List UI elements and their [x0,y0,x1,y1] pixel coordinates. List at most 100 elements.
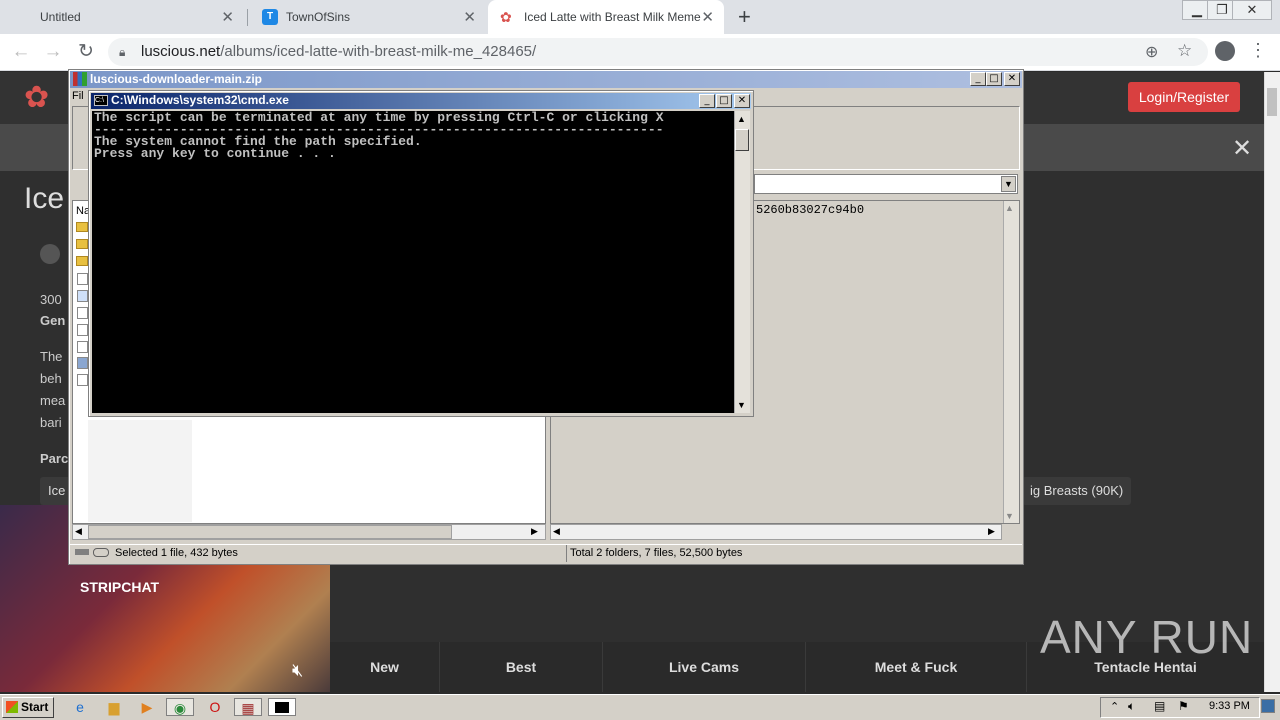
info-pane-scrollbar[interactable] [1003,201,1019,523]
page-scrollbar[interactable] [1264,72,1280,692]
cmd-task-icon[interactable] [268,698,296,716]
folder-icon[interactable] [76,256,88,266]
key-icon [93,548,109,557]
bookmark-star-icon[interactable]: ☆ [1177,41,1192,61]
taskbar-clock[interactable]: 9:33 PM [1209,700,1250,712]
close-banner-icon[interactable]: ✕ [1232,134,1252,163]
menu-kebab-icon[interactable]: ⋮ [1249,40,1267,61]
cmd-scrollbar[interactable] [734,111,750,413]
winrar-maximize-icon[interactable]: □ [986,72,1002,86]
cmd-output: The script can be terminated at any time… [94,111,664,161]
tab-separator [247,9,248,26]
opera-icon[interactable]: O [205,698,225,716]
mute-speaker-icon[interactable]: 🔇︎ [292,660,320,684]
login-register-button[interactable]: Login/Register [1128,82,1240,112]
winrar-menu-file[interactable]: Fil [72,90,84,102]
uploader-avatar[interactable] [40,244,60,264]
tab-title: TownOfSins [286,10,351,24]
windows-logo-icon [6,701,18,713]
luscious-favicon-icon: ✿ [500,9,512,25]
status-total: Total 2 folders, 7 files, 52,500 bytes [570,547,743,559]
dropdown-arrow-icon[interactable]: ▼ [1001,176,1016,192]
file-list-hscroll-thumb[interactable] [88,525,452,539]
ie-icon[interactable]: e [70,698,90,716]
tab-title: Untitled [40,10,81,24]
close-window-icon[interactable]: ✕ [1232,0,1272,20]
close-tab-icon[interactable]: ✕ [221,8,234,26]
lock-icon[interactable]: 🔒︎ [119,45,125,60]
cmd-close-icon[interactable]: ✕ [734,94,750,108]
scroll-up-icon[interactable]: ▲ [1005,203,1014,213]
cmd-line: Press any key to continue . . . [94,146,336,161]
tray-expand-icon[interactable]: ⌃ [1110,700,1119,713]
winrar-close-icon[interactable]: ✕ [1004,72,1020,86]
close-tab-icon[interactable]: ✕ [463,8,476,26]
file-icon[interactable] [77,273,88,285]
forward-arrow-icon[interactable]: → [41,40,65,64]
install-app-icon[interactable]: ⊕ [1145,42,1158,62]
scroll-right-icon[interactable]: ▶ [988,526,995,537]
explorer-folder-icon[interactable]: ▆ [104,698,124,716]
folder-icon[interactable] [76,222,88,232]
winrar-title: luscious-downloader-main.zip [90,72,263,86]
status-divider [566,545,567,562]
scroll-left-icon[interactable]: ◀ [75,526,82,537]
scroll-right-icon[interactable]: ▶ [531,526,538,537]
image-file-icon[interactable] [77,290,88,302]
tab-townofsins[interactable]: T TownOfSins ✕ [250,0,486,34]
description-line: beh [40,371,62,386]
back-arrow-icon[interactable]: ← [9,40,33,64]
description-line: The [40,349,63,364]
url-path: /albums/iced-latte-with-breast-milk-me_4… [220,43,537,60]
tab-iced-latte[interactable]: ✿ Iced Latte with Breast Milk Meme | Lu … [488,0,724,34]
scroll-up-icon[interactable]: ▲ [737,114,746,124]
reload-icon[interactable]: ↻ [74,40,98,64]
site-logo-icon[interactable]: ✿ [24,80,49,115]
page-scrollbar-thumb[interactable] [1267,88,1277,116]
watermark: ANY RUN [1040,611,1254,663]
file-icon[interactable] [77,374,88,386]
settings-file-icon[interactable] [77,357,88,369]
meta-count: 300 [40,292,62,307]
close-tab-icon[interactable]: ✕ [701,8,714,26]
description-line: mea [40,393,66,408]
nav-meet-fuck[interactable]: Meet & Fuck [806,642,1027,692]
nav-new[interactable]: New [330,642,440,692]
townofsins-favicon-icon: T [262,9,278,25]
scroll-down-icon[interactable]: ▼ [1005,511,1014,521]
tab-untitled[interactable]: Untitled ✕ [28,0,244,34]
file-icon[interactable] [77,307,88,319]
flag-icon[interactable]: ⚑ [1178,699,1189,713]
nav-live-cams[interactable]: Live Cams [603,642,806,692]
folder-icon[interactable] [76,239,88,249]
network-icon[interactable]: ▤ [1154,699,1165,713]
volume-icon[interactable]: 🔈︎ [1128,699,1135,714]
tag-chip-big-breasts[interactable]: ig Breasts (90K) [1022,477,1132,505]
winrar-app-icon [73,72,87,86]
status-selected: Selected 1 file, 432 bytes [115,547,238,559]
scroll-down-icon[interactable]: ▼ [737,400,746,410]
media-player-icon[interactable]: ▶ [137,698,157,716]
file-icon[interactable] [77,324,88,336]
chrome-icon[interactable]: ◉ [166,698,194,716]
show-desktop-icon[interactable] [1261,699,1275,713]
meta-genre: Gen [40,313,66,328]
nav-best[interactable]: Best [440,642,603,692]
hash-value: 5260b83027c94b0 [756,203,865,217]
cmd-maximize-icon[interactable]: □ [716,94,732,108]
cmd-scroll-thumb[interactable] [735,129,749,151]
winrar-minimize-icon[interactable]: _ [970,72,986,86]
winrar-task-icon[interactable]: ▦ [234,698,262,716]
tab-title: Iced Latte with Breast Milk Meme | Lu [524,10,702,24]
drive-icon [75,549,89,555]
scroll-left-icon[interactable]: ◀ [553,526,560,537]
profile-avatar-icon[interactable] [1215,41,1235,61]
winrar-path-dropdown[interactable] [754,174,1018,194]
page-title: Ice [24,182,65,215]
url-text[interactable]: luscious.net/albums/iced-latte-with-brea… [141,43,536,60]
file-icon[interactable] [77,341,88,353]
info-pane-hscrollbar[interactable] [550,524,1002,540]
cmd-minimize-icon[interactable]: _ [699,94,715,108]
new-tab-plus-icon[interactable]: + [738,4,751,30]
section-label: Parc [40,451,69,466]
